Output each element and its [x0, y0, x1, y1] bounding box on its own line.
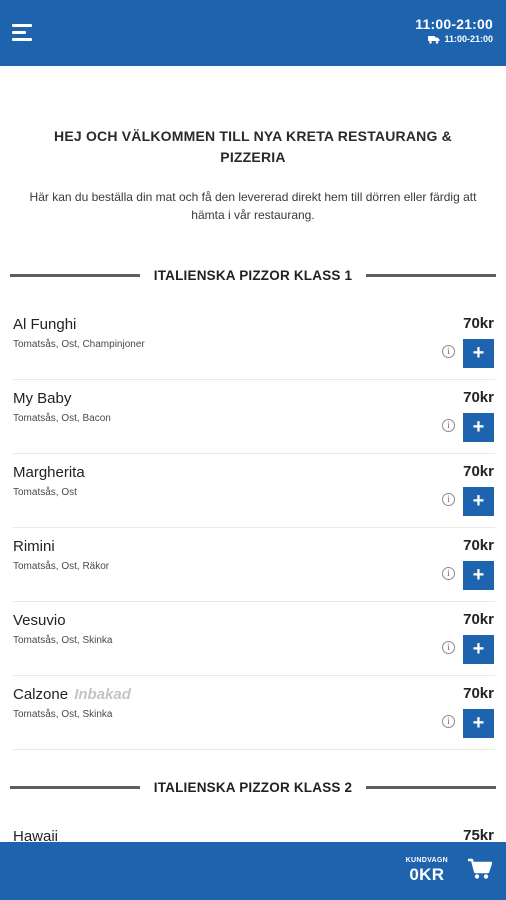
add-to-cart-button[interactable]: +	[463, 339, 494, 368]
info-icon[interactable]: i	[442, 493, 455, 506]
item-price: 70kr	[463, 389, 494, 406]
add-to-cart-button[interactable]: +	[463, 413, 494, 442]
welcome-title: HEJ OCH VÄLKOMMEN TILL NYA KRETA RESTAUR…	[54, 128, 452, 165]
info-icon[interactable]: i	[442, 715, 455, 728]
divider-line	[366, 785, 497, 789]
menu-item: Al Funghi Tomatsås, Ost, Champinjoner 70…	[13, 306, 495, 380]
item-price: 70kr	[463, 537, 494, 554]
item-name-text: Hawaii	[13, 828, 59, 842]
menu-item: Rimini Tomatsås, Ost, Räkor 70kr i +	[13, 528, 495, 602]
item-name-text: Margherita	[13, 464, 85, 481]
cart-total: 0KR	[409, 865, 445, 884]
item-name-text: Calzone	[13, 686, 69, 703]
menu-item: Margherita Tomatsås, Ost 70kr i +	[13, 454, 495, 528]
item-description: Tomatsås, Ost, Räkor	[13, 561, 110, 572]
item-name-text: Rimini	[13, 538, 55, 555]
opening-hours: 11:00-21:00 11:00-21:00	[415, 16, 493, 44]
info-icon[interactable]: i	[442, 641, 455, 654]
item-description: Tomatsås, Ost	[13, 487, 77, 498]
item-price: 70kr	[463, 463, 494, 480]
menu-item: Vesuvio Tomatsås, Ost, Skinka 70kr i +	[13, 602, 495, 676]
menu-item: My Baby Tomatsås, Ost, Bacon 70kr i +	[13, 380, 495, 454]
section-title: ITALIENSKA PIZZOR KLASS 2	[153, 779, 353, 795]
opening-hours-text: 11:00-21:00	[415, 16, 493, 32]
info-icon[interactable]: i	[442, 345, 455, 358]
cart-bar[interactable]: KUNDVAGN 0KR	[0, 842, 506, 900]
item-name: My Baby	[13, 390, 71, 407]
add-to-cart-button[interactable]: +	[463, 487, 494, 516]
item-name: Calzone Inbakad	[13, 686, 131, 703]
item-note: Inbakad	[74, 686, 131, 703]
delivery-hours: 11:00-21:00	[415, 34, 493, 44]
item-name: Rimini	[13, 538, 55, 555]
item-price: 70kr	[463, 611, 494, 628]
add-to-cart-button[interactable]: +	[463, 635, 494, 664]
item-description: Tomatsås, Ost, Bacon	[13, 413, 111, 424]
divider-line	[366, 273, 497, 277]
item-price: 70kr	[463, 315, 494, 332]
item-price: 75kr	[463, 827, 494, 842]
divider-line	[10, 785, 140, 789]
item-description: Tomatsås, Ost, Champinjoner	[13, 339, 145, 350]
divider-line	[10, 273, 140, 277]
section-title: ITALIENSKA PIZZOR KLASS 1	[153, 267, 353, 283]
section-header: ITALIENSKA PIZZOR KLASS 1	[10, 265, 497, 285]
delivery-hours-text: 11:00-21:00	[444, 34, 493, 44]
item-price: 70kr	[463, 685, 494, 702]
add-to-cart-button[interactable]: +	[463, 561, 494, 590]
item-description: Tomatsås, Ost, Skinka	[13, 635, 113, 646]
item-name-text: My Baby	[13, 390, 72, 407]
info-icon[interactable]: i	[442, 419, 455, 432]
section-header: ITALIENSKA PIZZOR KLASS 2	[10, 777, 497, 797]
item-name: Vesuvio	[13, 612, 66, 629]
item-name-text: Vesuvio	[13, 612, 66, 629]
top-bar: 11:00-21:00 11:00-21:00	[0, 0, 506, 66]
cart-info[interactable]: KUNDVAGN 0KR	[406, 857, 448, 885]
item-name: Al Funghi	[13, 316, 76, 333]
item-name-text: Al Funghi	[13, 316, 77, 333]
menu-item: Hawaii 75kr	[13, 818, 495, 842]
item-description: Tomatsås, Ost, Skinka	[13, 709, 113, 720]
add-to-cart-button[interactable]: +	[463, 709, 494, 738]
info-icon[interactable]: i	[442, 567, 455, 580]
shopping-cart-icon[interactable]	[468, 858, 492, 880]
truck-icon	[428, 35, 440, 44]
cart-label: KUNDVAGN	[405, 857, 448, 864]
item-name: Margherita	[13, 464, 85, 481]
welcome-text: Här kan du beställa din mat och få den l…	[29, 190, 477, 222]
menu-item: Calzone Inbakad Tomatsås, Ost, Skinka 70…	[13, 676, 495, 750]
hamburger-menu-icon[interactable]	[12, 22, 36, 44]
menu-content[interactable]: HEJ OCH VÄLKOMMEN TILL NYA KRETA RESTAUR…	[0, 66, 506, 842]
item-name: Hawaii	[13, 828, 58, 842]
